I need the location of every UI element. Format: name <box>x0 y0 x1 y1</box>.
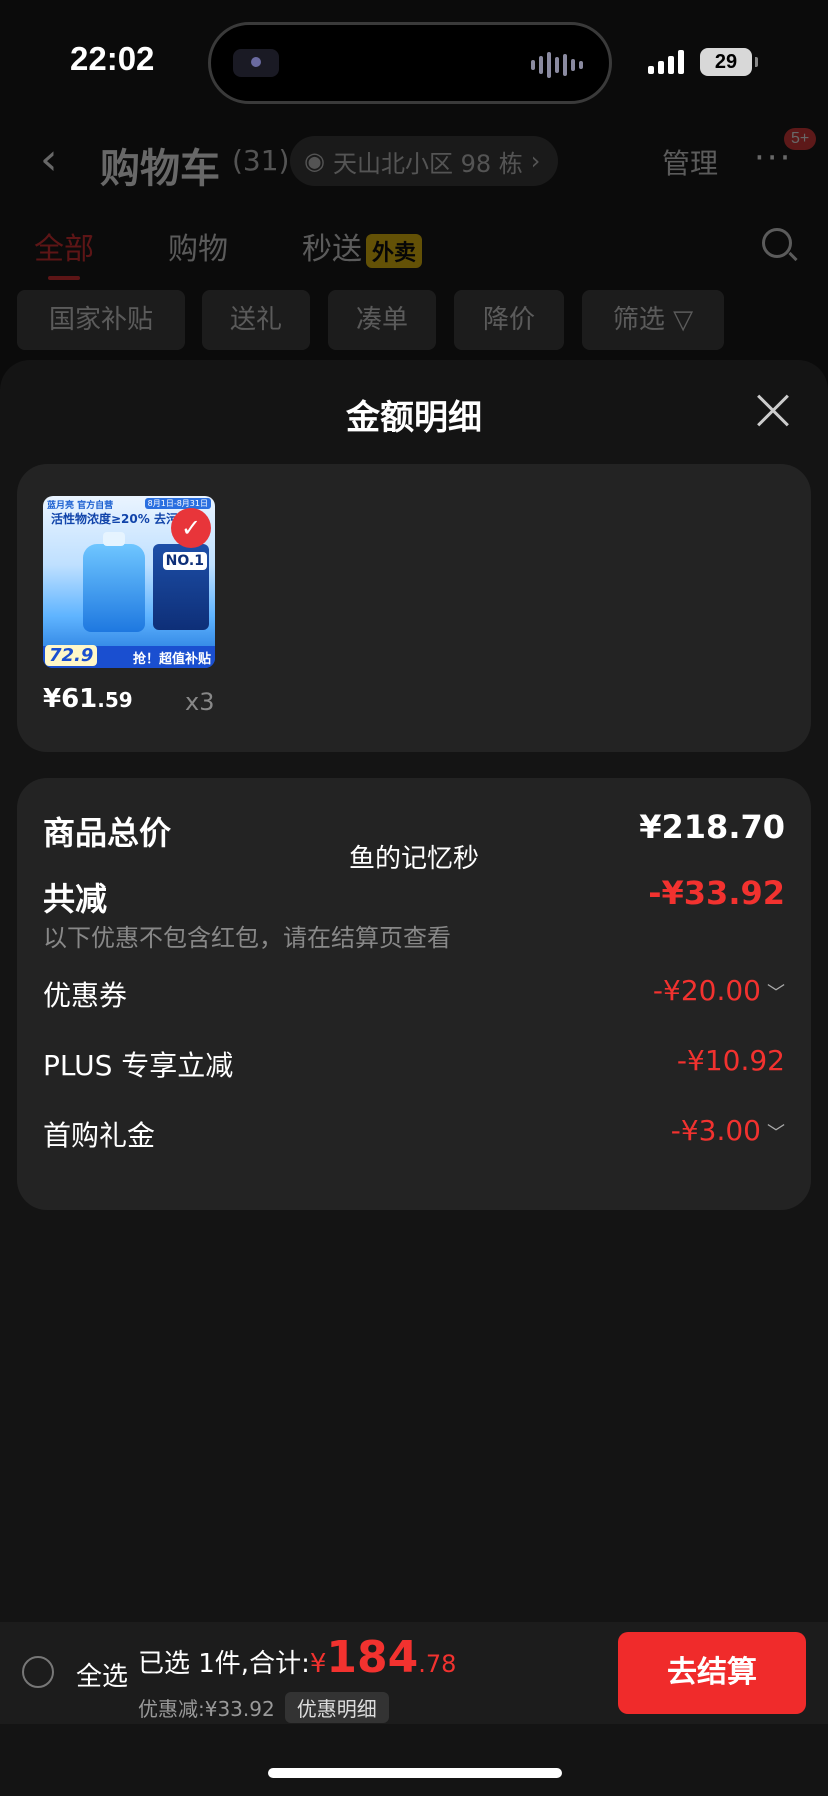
reduce-value: -¥33.92 <box>648 874 785 912</box>
product-image[interactable]: 蓝月亮 官方自营 8月1日-8月31日 活性物浓度≥20% 去污 NO.1 ✓ … <box>43 496 215 668</box>
tab-shopping[interactable]: 购物 <box>168 224 228 268</box>
address-pill[interactable]: ◉ 天山北小区 98 栋 › <box>290 136 559 186</box>
product-image-headline: 活性物浓度≥20% 去污 <box>51 512 178 526</box>
tab-express-label: 秒送 <box>302 232 362 267</box>
plus-value: -¥10.92 <box>676 1044 785 1077</box>
close-icon[interactable] <box>756 394 790 428</box>
product-image-date: 8月1日-8月31日 <box>144 498 211 509</box>
first-purchase-value: -¥3.00 ﹀ <box>671 1114 785 1147</box>
select-all-label[interactable]: 全选 <box>76 1656 128 1693</box>
tab-all[interactable]: 全部 <box>34 224 94 280</box>
manage-button[interactable]: 管理 <box>662 142 718 182</box>
camera-icon <box>233 49 279 77</box>
discount-hint: 以下优惠不包含红包，请在结算页查看 <box>43 924 451 952</box>
eye-icon: ◉ <box>304 147 325 175</box>
back-icon[interactable]: ‹ <box>40 138 80 186</box>
tab-express[interactable]: 秒送 外卖 <box>302 224 423 268</box>
chip-national-subsidy[interactable]: 国家补贴 <box>17 290 185 350</box>
cart-title: 购物车 <box>100 146 220 192</box>
coupon-value: -¥20.00 ﹀ <box>653 974 785 1007</box>
detergent-bottle <box>83 532 145 632</box>
checkmark-icon: ✓ <box>171 508 211 548</box>
product-card: 蓝月亮 官方自营 8月1日-8月31日 活性物浓度≥20% 去污 NO.1 ✓ … <box>17 464 811 752</box>
reduce-row: 共减 -¥33.92 <box>43 874 785 920</box>
unit-price-main: ¥61 <box>43 684 98 714</box>
battery-icon: 29 <box>700 48 758 76</box>
selected-prefix: 已选 1件,合计: <box>138 1649 310 1679</box>
coupon-label: 优惠券 <box>43 979 128 1012</box>
first-purchase-label: 首购礼金 <box>43 1119 156 1152</box>
discount-text: 优惠减:¥33.92 <box>138 1697 275 1721</box>
coupon-amount: -¥20.00 <box>652 974 761 1007</box>
unit-price-decimal: .59 <box>97 688 133 712</box>
select-all-radio[interactable] <box>22 1656 54 1688</box>
chevron-down-icon: ﹀ <box>767 1123 785 1144</box>
waimai-tag: 外卖 <box>366 233 423 268</box>
chip-price-drop[interactable]: 降价 <box>454 290 564 350</box>
first-purchase-row[interactable]: 首购礼金 -¥3.00 ﹀ <box>43 1114 785 1154</box>
cell-signal-icon <box>648 50 684 74</box>
price-summary-card: 商品总价 ¥218.70 鱼的记忆秒 共减 -¥33.92 以下优惠不包含红包，… <box>17 778 811 1210</box>
plus-label: PLUS 专享立减 <box>43 1049 234 1082</box>
dynamic-island <box>208 22 612 104</box>
discount-detail-button[interactable]: 优惠明细 <box>284 1692 389 1723</box>
chevron-down-icon: ﹀ <box>767 983 785 1004</box>
search-icon[interactable] <box>762 228 792 258</box>
filter-icon: ▽ <box>673 305 694 335</box>
discount-line: 优惠减:¥33.92 优惠明细 <box>138 1692 389 1723</box>
checkout-bar: 全选 已选 1件,合计:¥184.78 优惠减:¥33.92 优惠明细 去结算 <box>0 1622 828 1724</box>
product-image-price: 72.9 <box>45 645 98 666</box>
status-bar: 22:02 29 <box>0 0 828 120</box>
cart-count: (31) <box>232 144 290 177</box>
chip-gift[interactable]: 送礼 <box>202 290 310 350</box>
coupon-row[interactable]: 优惠券 -¥20.00 ﹀ <box>43 974 785 1014</box>
product-image-no1: NO.1 <box>162 552 207 570</box>
chip-filter-label: 筛选 <box>612 305 665 335</box>
quantity: x3 <box>185 688 215 716</box>
reduce-label: 共减 <box>43 880 108 918</box>
home-indicator <box>268 1768 562 1778</box>
status-time: 22:02 <box>70 40 155 77</box>
sheet-title: 金额明细 <box>346 398 482 438</box>
total-decimal: .78 <box>418 1650 457 1678</box>
cart-header: ‹ 购物车 (31) ◉ 天山北小区 98 栋 › 管理 ··· 5+ <box>0 128 828 198</box>
filter-chips: 国家补贴 送礼 凑单 降价 筛选 ▽ <box>0 290 828 350</box>
amount-detail-sheet: 金额明细 蓝月亮 官方自营 8月1日-8月31日 活性物浓度≥20% 去污 NO… <box>0 360 828 1796</box>
selected-total: 已选 1件,合计:¥184.78 <box>138 1632 456 1683</box>
total-currency: ¥ <box>309 1649 327 1679</box>
audio-wave-icon <box>531 51 583 79</box>
notification-badge: 5+ <box>784 128 817 150</box>
first-purchase-amount: -¥3.00 <box>670 1114 761 1147</box>
chip-bundle[interactable]: 凑单 <box>328 290 436 350</box>
checkout-button[interactable]: 去结算 <box>618 1632 806 1714</box>
chevron-right-icon: › <box>530 147 541 175</box>
chip-filter[interactable]: 筛选 ▽ <box>582 290 724 350</box>
plus-row: PLUS 专享立减 -¥10.92 <box>43 1044 785 1084</box>
product-image-subsidy: 抢！超值补贴 <box>132 652 211 667</box>
total-integer: 184 <box>326 1632 419 1683</box>
cart-tabs: 全部 购物 秒送 外卖 <box>0 224 828 284</box>
address-text: 天山北小区 98 栋 <box>332 149 523 178</box>
watermark-text: 鱼的记忆秒 <box>348 844 479 874</box>
unit-price: ¥61.59 <box>43 684 133 714</box>
